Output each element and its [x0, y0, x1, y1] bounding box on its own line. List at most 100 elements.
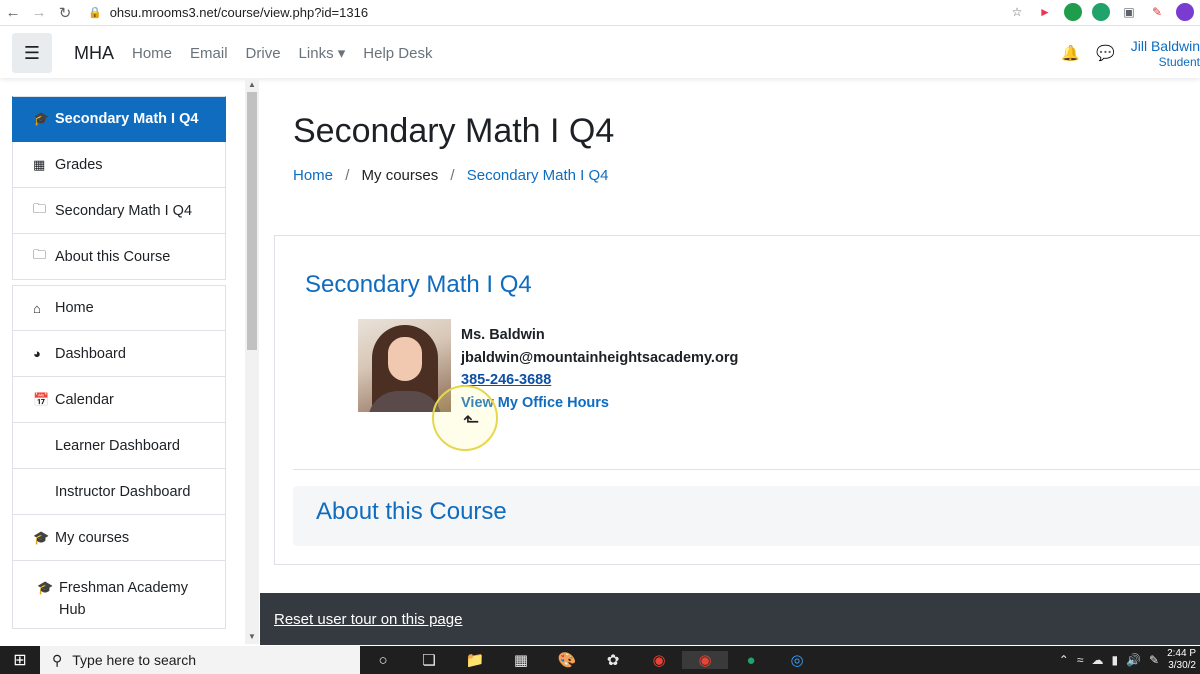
- chrome-active-icon[interactable]: ◉: [682, 651, 728, 669]
- nav-link-email[interactable]: Email: [190, 45, 228, 62]
- taskbar-clock[interactable]: 2:44 P 3/30/2: [1167, 648, 1196, 672]
- dashboard-icon: ◕: [33, 346, 41, 361]
- paint-icon[interactable]: 🎨: [544, 651, 590, 669]
- sidebar-scroll-thumb[interactable]: [247, 92, 257, 350]
- mouse-pointer-icon: ⬑: [463, 411, 480, 433]
- extension-icon[interactable]: ►: [1036, 3, 1054, 21]
- cloud-icon[interactable]: ☁: [1091, 653, 1103, 667]
- sidebar-item-label: Secondary Math I Q4: [55, 202, 193, 219]
- browser-toolbar: ← → ↻ 🔒 ohsu.mrooms3.net/course/view.php…: [0, 0, 1200, 26]
- calculator-icon[interactable]: ▦: [498, 651, 544, 669]
- chevron-up-icon[interactable]: ⌃: [1059, 653, 1069, 667]
- home-icon: ⌂: [33, 300, 41, 316]
- star-icon[interactable]: ☆: [1008, 3, 1026, 21]
- sidebar-item-learner-dashboard[interactable]: Learner Dashboard: [12, 423, 226, 469]
- sidebar-item-grades[interactable]: ▦ Grades: [12, 142, 226, 188]
- clock-time: 2:44 P: [1167, 648, 1196, 659]
- nav-link-home[interactable]: Home: [132, 45, 172, 62]
- teacher-name: Ms. Baldwin: [461, 327, 545, 343]
- teacher-email: jbaldwin@mountainheightsacademy.org: [461, 349, 739, 366]
- sidebar-item-freshman-hub[interactable]: 🎓 Freshman Academy Hub: [12, 561, 226, 629]
- file-explorer-icon[interactable]: 📁: [452, 651, 498, 669]
- taskbar-search[interactable]: ⚲ Type here to search: [40, 646, 360, 674]
- nav-link-links-dropdown[interactable]: Links: [299, 44, 346, 62]
- system-tray: ⌃ ≈ ☁ ▮ 🔊 ✎ 2:44 P 3/30/2: [1059, 646, 1196, 674]
- sidebar-item-instructor-dashboard[interactable]: Instructor Dashboard: [12, 469, 226, 515]
- sidebar-item-about[interactable]: 🗀 About this Course: [12, 234, 226, 280]
- back-icon[interactable]: ←: [0, 4, 26, 21]
- recorder-icon[interactable]: ◎: [774, 651, 820, 669]
- sidebar-item-my-courses[interactable]: 🎓 My courses: [12, 515, 226, 561]
- office-hours-link[interactable]: View My Office Hours: [461, 392, 738, 415]
- folder-icon: 🗀: [33, 200, 47, 216]
- address-bar[interactable]: ohsu.mrooms3.net/course/view.php?id=1316: [110, 5, 368, 20]
- nav-link-drive[interactable]: Drive: [246, 45, 281, 62]
- sidebar-item-dashboard[interactable]: ◕ Dashboard: [12, 331, 226, 377]
- breadcrumb-course[interactable]: Secondary Math I Q4: [467, 167, 609, 184]
- cortana-icon[interactable]: ○: [360, 652, 406, 669]
- sidebar-item-label: About this Course: [55, 248, 171, 265]
- folder-icon: 🗀: [33, 246, 47, 262]
- breadcrumb: Home / My courses / Secondary Math I Q4: [293, 167, 609, 184]
- pen-tray-icon[interactable]: ✎: [1149, 653, 1159, 667]
- sidebar-item-label: My courses: [55, 529, 130, 546]
- breadcrumb-home[interactable]: Home: [293, 167, 333, 184]
- task-view-icon[interactable]: ❏: [406, 651, 452, 669]
- breadcrumb-my-courses: My courses: [361, 167, 439, 184]
- pen-icon[interactable]: ✎: [1148, 3, 1166, 21]
- user-name: Jill Baldwin: [1130, 38, 1200, 54]
- hamburger-icon: ☰: [23, 42, 41, 63]
- reset-user-tour-link[interactable]: Reset user tour on this page: [274, 611, 462, 628]
- scroll-down-icon[interactable]: ▼: [245, 632, 259, 641]
- sidebar-item-label: Home: [55, 300, 94, 316]
- teacher-info: Ms. Baldwin jbaldwin@mountainheightsacad…: [461, 324, 738, 414]
- teacher-phone-link[interactable]: 385-246-3688: [461, 369, 738, 392]
- sidebar-item-home[interactable]: ⌂ Home: [12, 285, 226, 331]
- sidebar-item-label: Calendar: [55, 391, 114, 408]
- sidebar-item-label: Secondary Math I Q4: [55, 111, 199, 127]
- extension-icon[interactable]: ▣: [1120, 3, 1138, 21]
- sidebar-item-section-course[interactable]: 🗀 Secondary Math I Q4: [12, 188, 226, 234]
- sidebar-item-calendar[interactable]: 📅 Calendar: [12, 377, 226, 423]
- app-green-icon[interactable]: ●: [728, 652, 774, 669]
- section-divider: [293, 469, 1200, 470]
- top-navbar: ☰ MHA Home Email Drive Links Help Desk 🔔…: [0, 28, 1200, 78]
- site-brand[interactable]: MHA: [74, 43, 114, 64]
- extension-icon[interactable]: [1064, 3, 1082, 21]
- search-icon: ⚲: [52, 651, 63, 668]
- chrome-icon[interactable]: ◉: [636, 651, 682, 669]
- wifi-icon[interactable]: ≈: [1077, 653, 1084, 667]
- section-title[interactable]: Secondary Math I Q4: [305, 271, 532, 299]
- scroll-up-icon[interactable]: ▲: [245, 80, 259, 89]
- sidebar-item-course[interactable]: 🎓 Secondary Math I Q4: [12, 96, 226, 142]
- sidebar-item-label: Grades: [55, 156, 103, 173]
- notification-bell-icon[interactable]: 🔔: [1061, 44, 1080, 62]
- forward-icon[interactable]: →: [26, 4, 52, 21]
- user-menu[interactable]: Jill Baldwin Student: [1131, 38, 1200, 70]
- clock-date: 3/30/2: [1168, 660, 1196, 671]
- page-title: Secondary Math I Q4: [293, 112, 615, 150]
- graduation-cap-icon: 🎓: [37, 580, 54, 595]
- sidebar-item-label: Learner Dashboard: [55, 437, 180, 454]
- windows-taskbar: ⊞ ⚲ Type here to search ○ ❏ 📁 ▦ 🎨 ✿ ◉ ◉ …: [0, 646, 1200, 674]
- reload-icon[interactable]: ↻: [52, 4, 78, 22]
- about-section-title[interactable]: About this Course: [316, 498, 507, 526]
- user-role: Student: [1158, 55, 1200, 69]
- battery-icon[interactable]: ▮: [1111, 653, 1118, 667]
- windows-start-icon[interactable]: ⊞: [0, 650, 40, 670]
- taskbar-search-placeholder: Type here to search: [72, 652, 197, 668]
- messages-icon[interactable]: 💬: [1096, 44, 1115, 62]
- profile-icon[interactable]: [1176, 3, 1194, 21]
- sidebar-item-label: Dashboard: [55, 345, 126, 362]
- app-icon[interactable]: ✿: [590, 651, 636, 669]
- nav-link-help-desk[interactable]: Help Desk: [363, 45, 432, 62]
- course-nav-drawer: 🎓 Secondary Math I Q4 ▦ Grades 🗀 Seconda…: [12, 96, 226, 629]
- extension-icon[interactable]: [1092, 3, 1110, 21]
- graduation-cap-icon: 🎓: [33, 111, 50, 126]
- graduation-cap-icon: 🎓: [33, 529, 50, 545]
- table-icon: ▦: [33, 156, 46, 172]
- menu-toggle-button[interactable]: ☰: [12, 33, 52, 73]
- volume-icon[interactable]: 🔊: [1126, 653, 1141, 667]
- lock-icon: 🔒: [88, 7, 102, 19]
- calendar-icon: 📅: [33, 391, 50, 407]
